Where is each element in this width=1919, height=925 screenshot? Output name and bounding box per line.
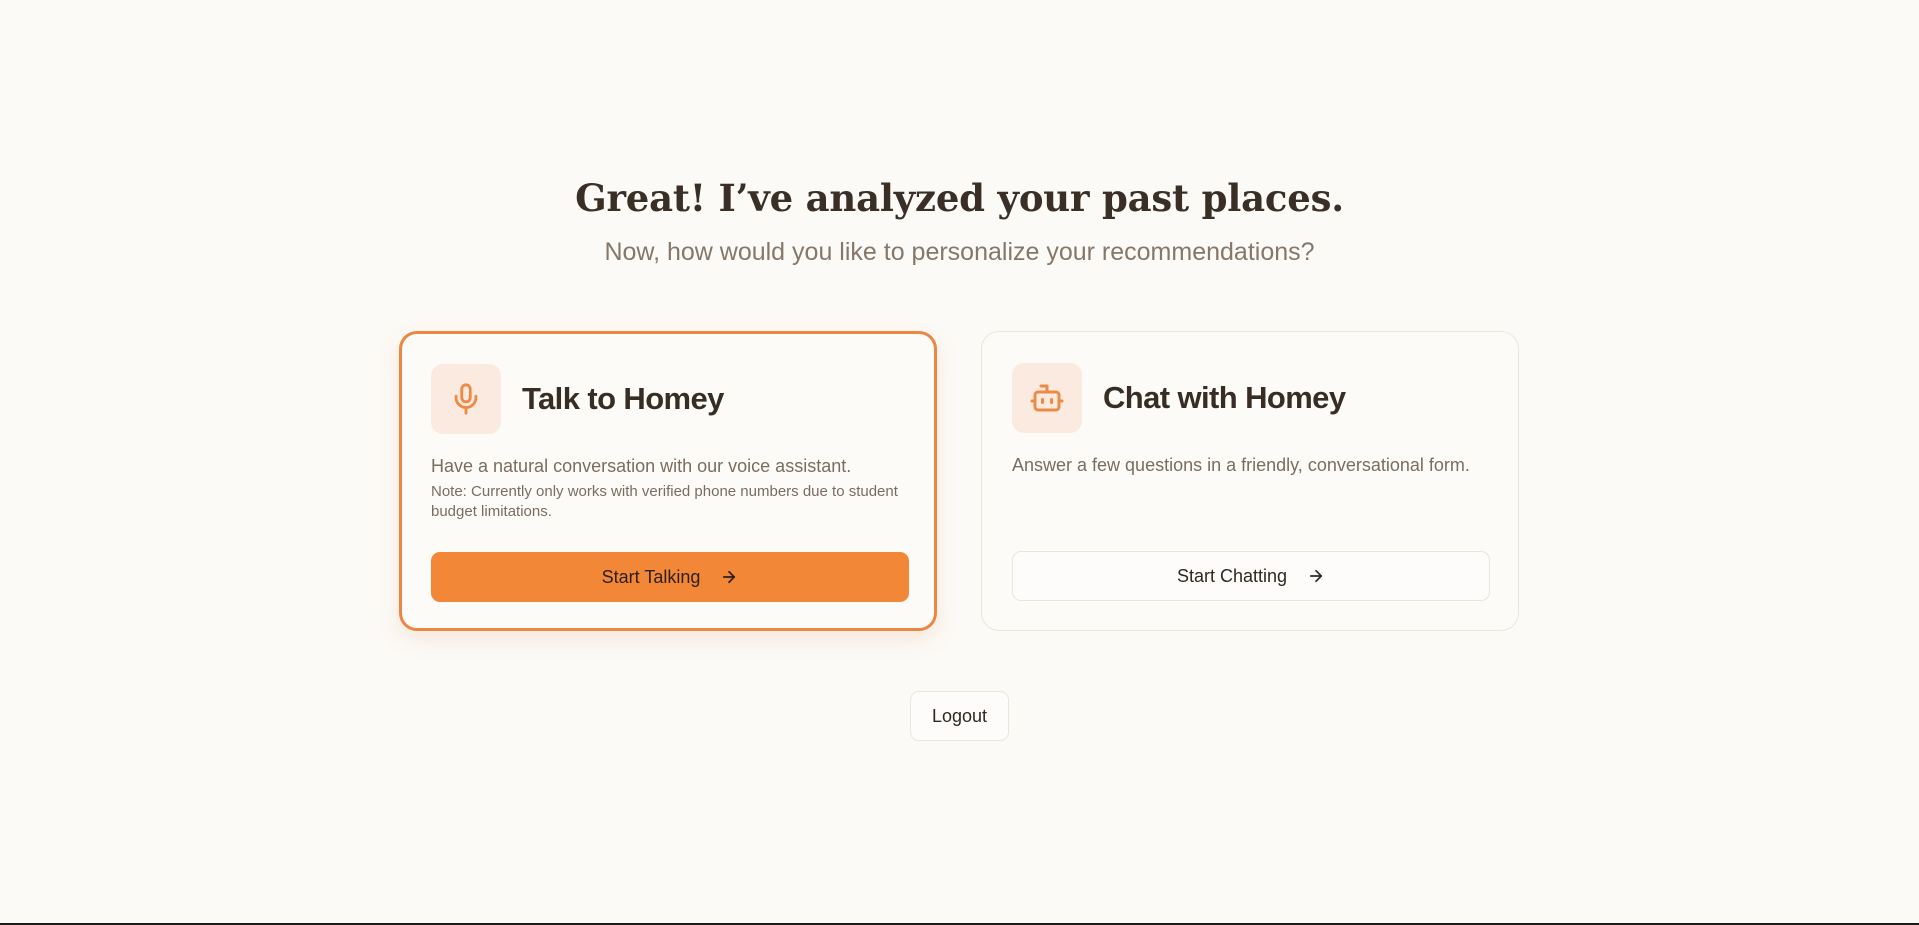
chat-card-title: Chat with Homey <box>1103 380 1346 415</box>
talk-card-title: Talk to Homey <box>522 381 724 416</box>
arrow-right-icon <box>1307 567 1325 585</box>
start-talking-label: Start Talking <box>601 566 701 587</box>
microphone-icon <box>431 364 501 434</box>
logout-button[interactable]: Logout <box>910 691 1009 741</box>
page-subtitle: Now, how would you like to personalize y… <box>604 238 1315 266</box>
robot-icon <box>1012 363 1082 433</box>
chat-option-card[interactable]: Chat with Homey Answer a few questions i… <box>981 331 1519 631</box>
logout-label: Logout <box>931 705 988 726</box>
arrow-right-icon <box>720 568 738 586</box>
page-title: Great! I’ve analyzed your past places. <box>575 176 1344 220</box>
talk-card-header: Talk to Homey <box>431 364 724 434</box>
talk-card-note: Note: Currently only works with verified… <box>431 483 898 520</box>
start-chatting-button[interactable]: Start Chatting <box>1012 551 1490 601</box>
start-talking-button[interactable]: Start Talking <box>431 552 909 602</box>
talk-card-description: Have a natural conversation with our voi… <box>431 456 852 476</box>
talk-option-card[interactable]: Talk to Homey Have a natural conversatio… <box>399 331 937 631</box>
chat-card-header: Chat with Homey <box>1012 363 1346 433</box>
chat-card-description: Answer a few questions in a friendly, co… <box>1012 455 1470 475</box>
start-chatting-label: Start Chatting <box>1176 565 1288 586</box>
